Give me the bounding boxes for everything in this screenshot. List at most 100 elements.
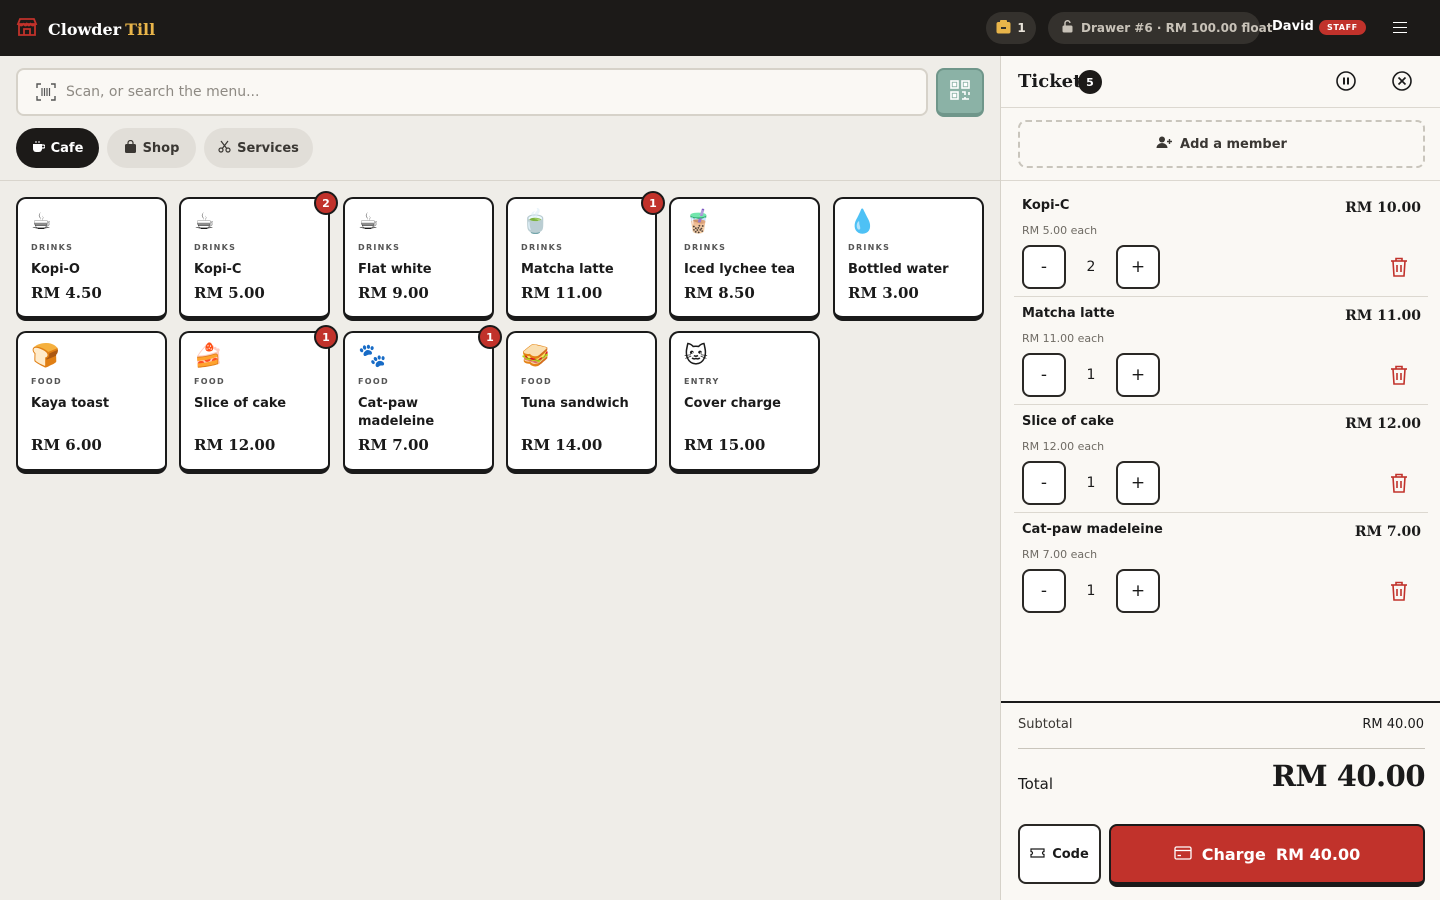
product-card-kopi-o[interactable]: ☕ DRINKS Kopi-O RM 4.50 [16,197,167,321]
decrease-quantity-button[interactable]: - [1022,461,1066,505]
product-price: RM 11.00 [521,284,603,302]
droplet-icon: 💧 [848,209,877,235]
increase-quantity-button[interactable]: + [1116,461,1160,505]
divider [1018,748,1425,749]
line-item-unit-price: RM 12.00 each [1022,440,1105,453]
brand-sub: Till [125,19,156,39]
cake-icon: 🍰 [194,343,223,369]
trash-icon[interactable] [1390,257,1408,277]
cat-face-icon: 🐱 [684,343,708,369]
product-category: DRINKS [194,243,237,252]
charge-label: Charge [1201,844,1266,864]
user-name[interactable]: David [1272,19,1314,34]
divider [1001,107,1440,108]
decrease-quantity-button[interactable]: - [1022,569,1066,613]
pause-icon[interactable] [1335,70,1357,92]
add-member-button[interactable]: Add a member [1018,120,1425,168]
trash-icon[interactable] [1390,473,1408,493]
line-item-name: Matcha latte [1022,306,1115,321]
product-category: FOOD [521,377,552,386]
code-label: Code [1052,846,1089,862]
divider [0,180,1000,181]
product-name: Matcha latte [521,262,614,277]
cart-quantity-badge: 1 [478,325,502,349]
tab-shop[interactable]: Shop [107,128,196,168]
product-category: DRINKS [31,243,74,252]
total-label: Total [1018,775,1054,793]
product-card-iced-lychee-tea[interactable]: 🧋 DRINKS Iced lychee tea RM 8.50 [669,197,820,321]
divider [1001,701,1440,703]
charge-button[interactable]: Charge RM 40.00 [1109,824,1425,887]
product-price: RM 4.50 [31,284,102,302]
coffee-icon: ☕ [31,209,52,235]
product-price: RM 9.00 [358,284,429,302]
ticket-panel: Ticket 5 Add a member Kopi-C RM 10.00 RM… [1000,56,1440,900]
line-item-unit-price: RM 7.00 each [1022,548,1098,561]
product-price: RM 8.50 [684,284,755,302]
drawer-label: Drawer #6 · RM 100.00 float [1081,21,1273,35]
product-card-matcha-latte[interactable]: 🍵 DRINKS Matcha latte RM 11.00 1 [506,191,665,321]
line-item-quantity: 1 [1086,475,1096,491]
product-price: RM 7.00 [358,436,429,454]
line-item-name: Kopi-C [1022,198,1070,213]
tray-count: 1 [1017,21,1026,35]
ticket-line-item: Matcha latte RM 11.00 RM 11.00 each - 1 … [1014,297,1428,405]
line-item-quantity: 1 [1086,583,1096,599]
product-name: Cover charge [684,396,781,411]
qr-code-icon [949,79,971,105]
product-price: RM 14.00 [521,436,603,454]
menu-icon[interactable] [1388,18,1412,38]
product-card-bottled-water[interactable]: 💧 DRINKS Bottled water RM 3.00 [833,197,984,321]
coffee-icon: ☕ [358,209,379,235]
charge-amount: RM 40.00 [1275,844,1361,864]
product-card-tuna-sandwich[interactable]: 🥪 FOOD Tuna sandwich RM 14.00 [506,331,657,474]
line-item-name: Cat-paw madeleine [1022,522,1163,537]
increase-quantity-button[interactable]: + [1116,569,1160,613]
tab-cafe-label: Cafe [50,140,84,156]
cart-quantity-badge: 1 [314,325,338,349]
unlock-icon [1062,20,1073,36]
product-category: FOOD [194,377,225,386]
product-card-cover-charge[interactable]: 🐱 ENTRY Cover charge RM 15.00 [669,331,820,474]
subtotal-value: RM 40.00 [1362,717,1424,732]
decrease-quantity-button[interactable]: - [1022,245,1066,289]
product-category: DRINKS [521,243,564,252]
tray-button[interactable]: 1 [986,12,1036,44]
cart-quantity-badge: 2 [314,191,338,215]
ticket-count-badge: 5 [1078,70,1102,94]
trash-icon[interactable] [1390,365,1408,385]
ticket-title: Ticket [1018,71,1082,92]
product-card-cat-paw-madeleine[interactable]: 🐾 FOOD Cat-paw madeleine RM 7.00 1 [343,325,502,474]
product-card-kaya-toast[interactable]: 🍞 FOOD Kaya toast RM 6.00 [16,331,167,474]
increase-quantity-button[interactable]: + [1116,353,1160,397]
product-card-kopi-c[interactable]: ☕ DRINKS Kopi-C RM 5.00 2 [179,191,338,321]
coffee-cup-icon [32,140,46,157]
product-name: Bottled water [848,262,949,277]
product-name: Kopi-C [194,262,242,277]
qr-scan-button[interactable] [936,68,984,117]
discount-code-button[interactable]: Code [1018,824,1101,884]
product-category: FOOD [31,377,62,386]
trash-icon[interactable] [1390,581,1408,601]
add-member-label: Add a member [1180,136,1287,152]
coffee-icon: ☕ [194,209,215,235]
increase-quantity-button[interactable]: + [1116,245,1160,289]
top-bar: Clowder Till 1 Drawer #6 · RM 100.00 floa… [0,0,1440,56]
tab-shop-label: Shop [142,140,180,156]
close-icon[interactable] [1391,70,1413,92]
product-card-slice-of-cake[interactable]: 🍰 FOOD Slice of cake RM 12.00 1 [179,325,338,474]
product-name: Kaya toast [31,396,110,411]
search-bar [16,68,928,116]
product-price: RM 12.00 [194,436,276,454]
decrease-quantity-button[interactable]: - [1022,353,1066,397]
paw-icon: 🐾 [358,343,387,369]
tab-cafe[interactable]: Cafe [16,128,99,168]
tab-services[interactable]: Services [204,128,313,168]
line-item-unit-price: RM 11.00 each [1022,332,1105,345]
drawer-status[interactable]: Drawer #6 · RM 100.00 float [1048,12,1272,44]
product-name: Iced lychee tea [684,262,796,277]
product-category: DRINKS [684,243,727,252]
product-price: RM 6.00 [31,436,102,454]
search-input[interactable] [66,80,906,104]
product-card-flat-white[interactable]: ☕ DRINKS Flat white RM 9.00 [343,197,494,321]
